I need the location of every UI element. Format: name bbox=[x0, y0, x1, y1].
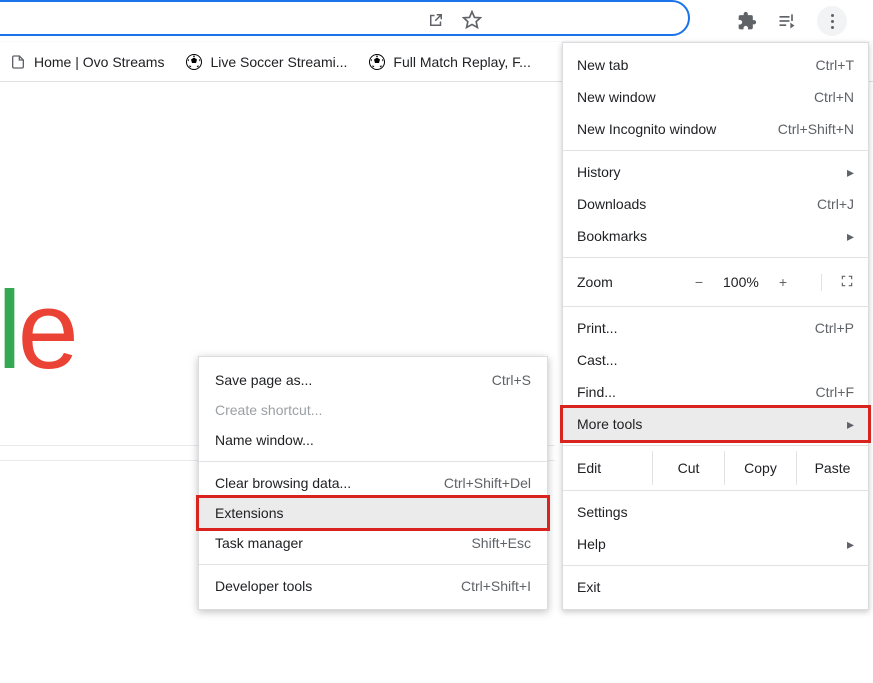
menu-label: Settings bbox=[577, 504, 764, 520]
menu-item-new-window[interactable]: New window Ctrl+N bbox=[563, 81, 868, 113]
soccer-ball-icon bbox=[186, 54, 202, 70]
submenu-item-name-window[interactable]: Name window... bbox=[199, 425, 547, 455]
menu-separator bbox=[563, 150, 868, 151]
media-control-icon[interactable] bbox=[777, 11, 797, 31]
menu-item-history[interactable]: History ▸ bbox=[563, 156, 868, 188]
bookmark-item[interactable]: Home | Ovo Streams bbox=[10, 54, 164, 70]
submenu-item-save-page[interactable]: Save page as... Ctrl+S bbox=[199, 365, 547, 395]
google-logo-fragment: g l e bbox=[0, 276, 135, 386]
menu-item-print[interactable]: Print... Ctrl+P bbox=[563, 312, 868, 344]
submenu-item-extensions[interactable]: Extensions bbox=[199, 498, 547, 528]
zoom-percent: 100% bbox=[723, 274, 759, 290]
menu-label: New window bbox=[577, 89, 764, 105]
menu-separator bbox=[563, 445, 868, 446]
menu-label: Downloads bbox=[577, 196, 764, 212]
browser-toolbar bbox=[0, 0, 873, 42]
bookmark-item[interactable]: Live Soccer Streami... bbox=[186, 54, 347, 70]
edit-copy-button[interactable]: Copy bbox=[724, 451, 796, 485]
extensions-puzzle-icon[interactable] bbox=[737, 11, 757, 31]
menu-item-find[interactable]: Find... Ctrl+F bbox=[563, 376, 868, 408]
menu-item-cast[interactable]: Cast... bbox=[563, 344, 868, 376]
submenu-separator bbox=[199, 564, 547, 565]
submenu-label: Clear browsing data... bbox=[215, 475, 444, 491]
menu-item-new-incognito[interactable]: New Incognito window Ctrl+Shift+N bbox=[563, 113, 868, 145]
page-icon bbox=[10, 54, 26, 70]
submenu-shortcut: Ctrl+S bbox=[492, 372, 531, 388]
submenu-shortcut: Ctrl+Shift+Del bbox=[444, 475, 531, 491]
edit-cut-button[interactable]: Cut bbox=[652, 451, 724, 485]
more-tools-submenu: Save page as... Ctrl+S Create shortcut..… bbox=[198, 356, 548, 610]
menu-shortcut: Ctrl+P bbox=[764, 320, 854, 336]
bookmark-star-icon[interactable] bbox=[462, 10, 482, 30]
bookmark-label: Full Match Replay, F... bbox=[393, 54, 530, 70]
menu-item-exit[interactable]: Exit bbox=[563, 571, 868, 603]
submenu-label: Save page as... bbox=[215, 372, 492, 388]
submenu-label: Extensions bbox=[215, 505, 531, 521]
menu-separator bbox=[563, 565, 868, 566]
menu-label: Exit bbox=[577, 579, 764, 595]
edit-paste-button[interactable]: Paste bbox=[796, 451, 868, 485]
submenu-item-create-shortcut: Create shortcut... bbox=[199, 395, 547, 425]
submenu-item-clear-browsing-data[interactable]: Clear browsing data... Ctrl+Shift+Del bbox=[199, 468, 547, 498]
submenu-separator bbox=[199, 461, 547, 462]
submenu-label: Developer tools bbox=[215, 578, 461, 594]
submenu-arrow-icon: ▸ bbox=[844, 536, 854, 553]
submenu-arrow-icon: ▸ bbox=[844, 228, 854, 245]
menu-label: Zoom bbox=[577, 274, 695, 290]
fullscreen-button[interactable] bbox=[821, 274, 854, 291]
menu-item-downloads[interactable]: Downloads Ctrl+J bbox=[563, 188, 868, 220]
submenu-label: Create shortcut... bbox=[215, 402, 531, 418]
menu-label: Print... bbox=[577, 320, 764, 336]
submenu-shortcut: Shift+Esc bbox=[471, 535, 531, 551]
submenu-arrow-icon: ▸ bbox=[844, 164, 854, 181]
share-icon[interactable] bbox=[426, 10, 446, 30]
menu-shortcut: Ctrl+T bbox=[764, 57, 854, 73]
menu-item-new-tab[interactable]: New tab Ctrl+T bbox=[563, 49, 868, 81]
soccer-ball-icon bbox=[369, 54, 385, 70]
submenu-label: Task manager bbox=[215, 535, 471, 551]
menu-shortcut: Ctrl+J bbox=[764, 196, 854, 212]
menu-label: Cast... bbox=[577, 352, 764, 368]
submenu-item-developer-tools[interactable]: Developer tools Ctrl+Shift+I bbox=[199, 571, 547, 601]
bookmark-item[interactable]: Full Match Replay, F... bbox=[369, 54, 530, 70]
submenu-shortcut: Ctrl+Shift+I bbox=[461, 578, 531, 594]
menu-item-edit: Edit Cut Copy Paste bbox=[563, 451, 868, 485]
submenu-label: Name window... bbox=[215, 432, 531, 448]
main-menu-button[interactable] bbox=[817, 6, 847, 36]
menu-label: Help bbox=[577, 536, 844, 552]
bookmark-label: Live Soccer Streami... bbox=[210, 54, 347, 70]
menu-separator bbox=[563, 490, 868, 491]
menu-separator bbox=[563, 257, 868, 258]
menu-item-zoom: Zoom − 100% + bbox=[563, 263, 868, 301]
main-menu-dropdown: New tab Ctrl+T New window Ctrl+N New Inc… bbox=[562, 42, 869, 610]
omnibox[interactable] bbox=[0, 0, 690, 36]
zoom-in-button[interactable]: + bbox=[779, 274, 787, 290]
menu-item-settings[interactable]: Settings bbox=[563, 496, 868, 528]
menu-label: Edit bbox=[563, 460, 652, 476]
menu-item-more-tools[interactable]: More tools ▸ bbox=[563, 408, 868, 440]
menu-item-bookmarks[interactable]: Bookmarks ▸ bbox=[563, 220, 868, 252]
zoom-out-button[interactable]: − bbox=[695, 274, 703, 290]
menu-label: More tools bbox=[577, 416, 844, 432]
bookmark-label: Home | Ovo Streams bbox=[34, 54, 164, 70]
submenu-item-task-manager[interactable]: Task manager Shift+Esc bbox=[199, 528, 547, 558]
menu-shortcut: Ctrl+Shift+N bbox=[764, 121, 854, 137]
menu-separator bbox=[563, 306, 868, 307]
menu-shortcut: Ctrl+N bbox=[764, 89, 854, 105]
menu-label: Find... bbox=[577, 384, 764, 400]
menu-label: New tab bbox=[577, 57, 764, 73]
menu-label: New Incognito window bbox=[577, 121, 764, 137]
menu-label: Bookmarks bbox=[577, 228, 844, 244]
menu-label: History bbox=[577, 164, 844, 180]
menu-item-help[interactable]: Help ▸ bbox=[563, 528, 868, 560]
menu-shortcut: Ctrl+F bbox=[764, 384, 854, 400]
submenu-arrow-icon: ▸ bbox=[844, 416, 854, 433]
